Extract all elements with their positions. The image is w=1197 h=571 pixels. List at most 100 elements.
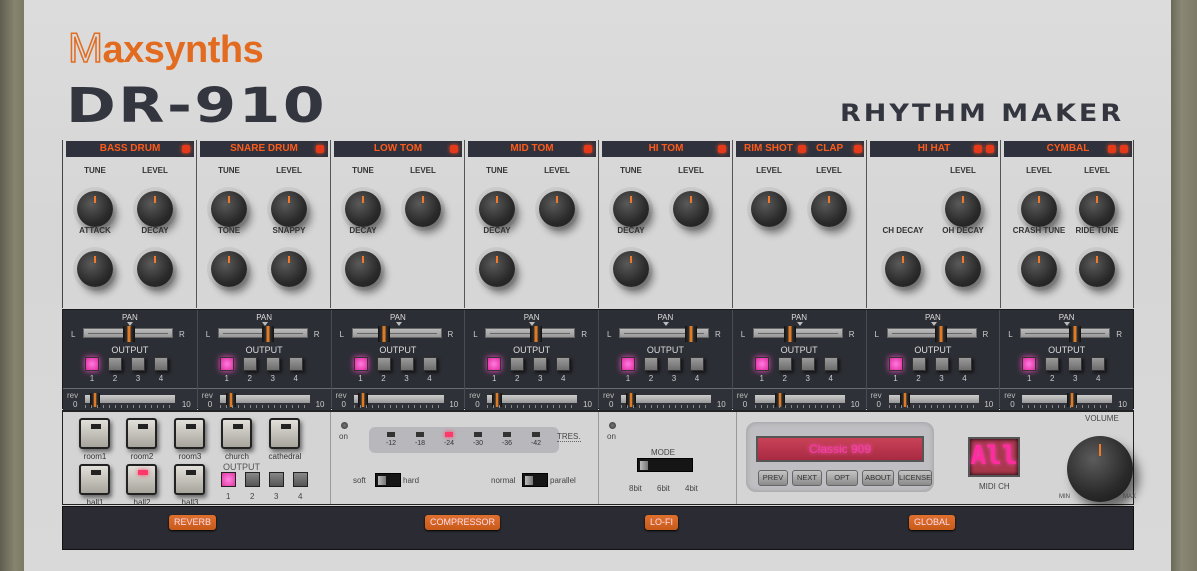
- reverb-room1-button[interactable]: [79, 418, 110, 449]
- output-1-button[interactable]: [621, 357, 635, 371]
- lofi-on-led[interactable]: [609, 422, 616, 429]
- trigger-led[interactable]: [1108, 145, 1116, 153]
- output-1-button[interactable]: [754, 357, 769, 371]
- reverb-hall1-button[interactable]: [79, 464, 110, 495]
- pan-slider-thumb[interactable]: [529, 326, 542, 342]
- pan-slider-thumb[interactable]: [262, 326, 275, 342]
- license-button[interactable]: LICENSE: [898, 470, 932, 486]
- output-4-button[interactable]: [690, 357, 704, 371]
- threshold-led[interactable]: [416, 432, 424, 437]
- next-button[interactable]: NEXT: [792, 470, 822, 486]
- output-3-button[interactable]: [1068, 357, 1083, 371]
- reverb-send-thumb[interactable]: [89, 393, 100, 407]
- trigger-led[interactable]: [584, 145, 592, 153]
- pan-slider-thumb[interactable]: [685, 326, 698, 342]
- trigger-led[interactable]: [182, 145, 190, 153]
- reverb-send-thumb[interactable]: [625, 393, 636, 407]
- pan-slider[interactable]: [217, 326, 308, 342]
- output-1-button[interactable]: [487, 357, 502, 371]
- pan-slider[interactable]: [1020, 326, 1111, 342]
- knee-switch[interactable]: [375, 473, 401, 487]
- knob-crash-tune[interactable]: [1021, 251, 1057, 287]
- output-1-button[interactable]: [219, 357, 234, 371]
- knob-attack[interactable]: [77, 251, 113, 287]
- reverb-hall2-button[interactable]: [126, 464, 157, 495]
- pan-slider[interactable]: [351, 326, 442, 342]
- prev-button[interactable]: PREV: [758, 470, 788, 486]
- reverb-room2-button[interactable]: [126, 418, 157, 449]
- output-3-button[interactable]: [667, 357, 681, 371]
- knob-snappy[interactable]: [271, 251, 307, 287]
- reverb-send-thumb[interactable]: [226, 393, 237, 407]
- about-button[interactable]: ABOUT: [862, 470, 894, 486]
- reverb-send-slider[interactable]: [219, 393, 310, 408]
- knob-level[interactable]: [1021, 191, 1057, 227]
- output-2-button[interactable]: [777, 357, 792, 371]
- reverb-output-4-button[interactable]: [293, 472, 308, 487]
- pan-slider-thumb[interactable]: [935, 326, 948, 342]
- pan-slider[interactable]: [83, 326, 173, 342]
- reverb-church-button[interactable]: [221, 418, 252, 449]
- reverb-send-slider[interactable]: [888, 393, 979, 408]
- knob-level[interactable]: [1079, 191, 1115, 227]
- pan-slider[interactable]: [619, 326, 709, 342]
- output-2-button[interactable]: [108, 357, 122, 371]
- knob-level[interactable]: [271, 191, 307, 227]
- knob-level[interactable]: [673, 191, 709, 227]
- pan-slider[interactable]: [485, 326, 576, 342]
- trigger-led[interactable]: [1120, 145, 1128, 153]
- knob-tone[interactable]: [211, 251, 247, 287]
- trigger-led[interactable]: [854, 145, 862, 153]
- opt-button[interactable]: OPT: [826, 470, 858, 486]
- threshold-led[interactable]: [503, 432, 511, 437]
- threshold-led[interactable]: [445, 432, 453, 437]
- output-3-button[interactable]: [399, 357, 414, 371]
- threshold-led[interactable]: [474, 432, 482, 437]
- output-1-button[interactable]: [85, 357, 99, 371]
- lofi-mode-switch[interactable]: [637, 458, 693, 472]
- output-2-button[interactable]: [644, 357, 658, 371]
- reverb-send-thumb[interactable]: [492, 393, 503, 407]
- output-4-button[interactable]: [422, 357, 437, 371]
- output-3-button[interactable]: [131, 357, 145, 371]
- reverb-hall3-button[interactable]: [174, 464, 205, 495]
- output-2-button[interactable]: [1045, 357, 1060, 371]
- knob-level[interactable]: [751, 191, 787, 227]
- trigger-led[interactable]: [986, 145, 994, 153]
- pan-slider-thumb[interactable]: [1069, 326, 1082, 342]
- output-2-button[interactable]: [510, 357, 525, 371]
- threshold-selector[interactable]: -12 -18 -24 -30 -36 -42: [369, 427, 559, 453]
- knob-tune[interactable]: [211, 191, 247, 227]
- reverb-output-3-button[interactable]: [269, 472, 284, 487]
- reverb-send-slider[interactable]: [487, 393, 578, 408]
- knob-level[interactable]: [945, 191, 981, 227]
- pan-slider[interactable]: [886, 326, 977, 342]
- reverb-send-thumb[interactable]: [1066, 393, 1077, 407]
- output-2-button[interactable]: [376, 357, 391, 371]
- output-1-button[interactable]: [888, 357, 903, 371]
- reverb-cathedral-button[interactable]: [269, 418, 300, 449]
- output-4-button[interactable]: [154, 357, 168, 371]
- reverb-output-1-button[interactable]: [221, 472, 236, 487]
- knob-ch-decay[interactable]: [885, 251, 921, 287]
- pan-slider-thumb[interactable]: [783, 326, 796, 342]
- output-2-button[interactable]: [242, 357, 257, 371]
- trigger-led[interactable]: [718, 145, 726, 153]
- trigger-led[interactable]: [450, 145, 458, 153]
- reverb-output-2-button[interactable]: [245, 472, 260, 487]
- knob-tune[interactable]: [77, 191, 113, 227]
- output-4-button[interactable]: [556, 357, 571, 371]
- reverb-send-thumb[interactable]: [775, 393, 786, 407]
- knob-tune[interactable]: [345, 191, 381, 227]
- trigger-led[interactable]: [974, 145, 982, 153]
- reverb-send-slider[interactable]: [621, 393, 711, 408]
- output-4-button[interactable]: [288, 357, 303, 371]
- knob-level[interactable]: [137, 191, 173, 227]
- reverb-send-thumb[interactable]: [358, 393, 369, 407]
- output-4-button[interactable]: [957, 357, 972, 371]
- threshold-led[interactable]: [387, 432, 395, 437]
- reverb-send-slider[interactable]: [353, 393, 444, 408]
- reverb-send-slider[interactable]: [1022, 393, 1113, 408]
- output-4-button[interactable]: [1091, 357, 1106, 371]
- knob-tune[interactable]: [613, 191, 649, 227]
